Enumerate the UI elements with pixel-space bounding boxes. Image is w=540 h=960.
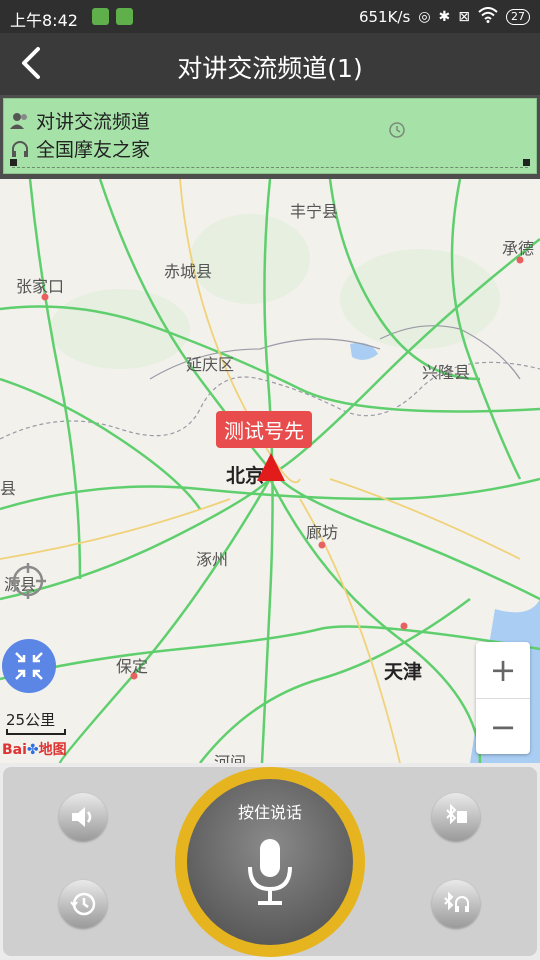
fullscreen-button[interactable] <box>2 639 56 693</box>
baidu-map-logo: Bai✤地图 <box>2 739 67 759</box>
network-speed: 651K/s <box>358 8 411 26</box>
bluetooth-speaker-icon <box>446 803 467 825</box>
place-label: 涿州 <box>196 550 229 569</box>
place-label: 延庆区 <box>186 355 235 374</box>
track-end-marker <box>523 159 530 166</box>
channel-panel: 对讲交流频道 全国摩友之家 <box>0 95 540 179</box>
progress-track <box>12 163 528 168</box>
no-sim-icon: ⊠ <box>458 9 470 25</box>
bluetooth-headset-icon <box>444 891 469 912</box>
app-notification-icon <box>92 8 109 25</box>
battery-level: 27 <box>511 10 525 23</box>
logo-bai: Bai <box>2 742 27 758</box>
bluetooth-icon: ✱ <box>438 9 451 25</box>
logo-ditu: 地图 <box>38 742 67 758</box>
ptt-inner: 按住说话 <box>187 779 353 945</box>
users-icon <box>10 112 27 129</box>
track-start-marker <box>10 159 17 166</box>
hotspot-icon: ◎ <box>418 9 431 25</box>
place-label: 丰宁县 <box>290 202 339 221</box>
history-icon[interactable] <box>388 121 406 139</box>
app-notification-icon-2 <box>116 8 133 25</box>
ptt-label: 按住说话 <box>237 803 302 822</box>
bluetooth-speaker-button[interactable] <box>432 793 480 841</box>
group-row: 全国摩友之家 <box>10 135 150 162</box>
place-label: 张家口 <box>16 277 65 296</box>
channel-row: 对讲交流频道 <box>10 107 150 134</box>
title-bar: 对讲交流频道(1) <box>0 33 540 95</box>
bluetooth-headset-button[interactable] <box>432 880 480 928</box>
location-arrow-icon[interactable] <box>257 453 285 481</box>
zoom-out-button[interactable]: − <box>476 698 530 755</box>
place-label: 河间 <box>214 753 247 763</box>
history-clock-icon <box>70 892 96 916</box>
place-label-tianjin: 天津 <box>384 661 423 683</box>
status-time: 上午8:42 <box>10 11 78 30</box>
push-to-talk-button[interactable]: 按住说话 <box>175 767 365 957</box>
place-label: 廊坊 <box>306 523 339 542</box>
status-bar: 上午8:42 651K/s ◎ ✱ ⊠ 27 <box>0 0 540 33</box>
user-marker-label[interactable]: 测试号先 <box>216 411 312 448</box>
zoom-controls: + − <box>476 642 530 754</box>
map-view[interactable]: 丰宁县 承德 张家口 赤城县 延庆区 兴隆县 北京 廊坊 涿州 保定 天津 县 … <box>0 179 540 763</box>
speaker-button[interactable] <box>59 793 107 841</box>
map-scale-label: 25公里 <box>6 711 56 729</box>
place-label: 保定 <box>116 657 149 676</box>
wifi-icon <box>478 7 498 27</box>
place-label: 县 <box>0 479 17 498</box>
paw-icon: ✤ <box>26 742 39 758</box>
battery-icon: 27 <box>506 9 530 25</box>
zoom-in-button[interactable]: + <box>476 642 530 698</box>
place-label: 兴隆县 <box>422 363 471 382</box>
status-right: 651K/s ◎ ✱ ⊠ 27 <box>359 7 530 27</box>
channel-info-card[interactable]: 对讲交流频道 全国摩友之家 <box>3 98 537 174</box>
channel-name: 对讲交流频道 <box>36 111 151 133</box>
page-title: 对讲交流频道(1) <box>177 54 363 83</box>
headphones-icon <box>12 140 28 157</box>
microphone-icon <box>248 839 292 905</box>
place-label: 赤城县 <box>164 262 213 281</box>
collapse-arrows-icon <box>15 652 43 680</box>
group-name: 全国摩友之家 <box>36 139 151 161</box>
history-button[interactable] <box>59 880 107 928</box>
crosshair-icon[interactable] <box>8 561 48 601</box>
speaker-icon <box>72 807 92 827</box>
place-label: 承德 <box>502 239 535 258</box>
map-scale-bar <box>6 729 66 735</box>
